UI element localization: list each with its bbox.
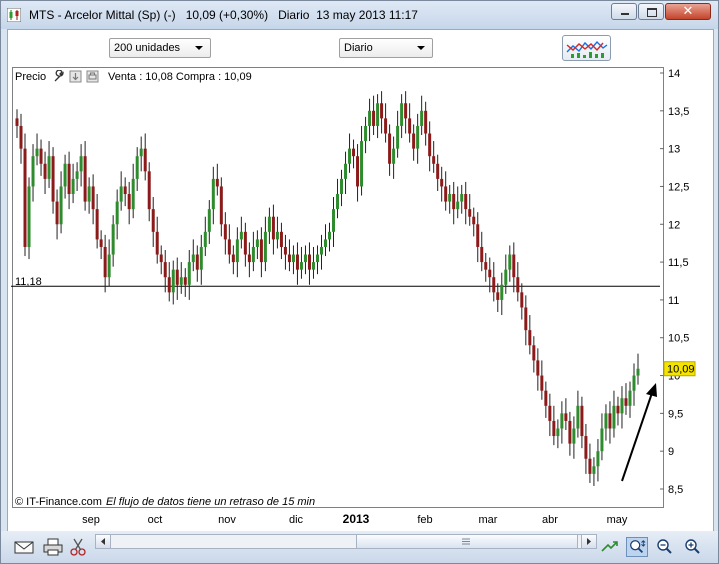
chevron-down-icon <box>417 46 425 50</box>
scroll-thumb[interactable] <box>356 535 578 548</box>
zoom-in-icon[interactable] <box>682 537 704 557</box>
indicator-chart-icon <box>566 40 608 58</box>
zoom-fit-icon[interactable] <box>626 537 648 557</box>
maximize-button[interactable] <box>638 3 664 20</box>
indicator-chart-button[interactable] <box>562 35 611 61</box>
chart-plot-area[interactable]: Precio Venta : 10,08 Compra : 10,09 11,1… <box>12 67 664 508</box>
title-bar: MTS - Arcelor Mittal (Sp) (-) 10,09 (+0,… <box>1 1 718 29</box>
scroll-left-button[interactable] <box>96 535 111 548</box>
chevron-left-icon <box>101 538 105 545</box>
chart-panel: 200 unidades Diario Precio Venta: 10,08… <box>7 29 714 533</box>
period-select[interactable]: Diario <box>339 38 433 58</box>
title-period: Diario <box>278 8 310 22</box>
title-symbol: MTS - Arcelor Mittal (Sp) (-) <box>29 8 176 22</box>
data-source-note: © IT-Finance.com El flujo de datos tiene … <box>15 496 315 508</box>
app-window: MTS - Arcelor Mittal (Sp) (-) 10,09 (+0,… <box>0 0 719 564</box>
zoom-out-icon[interactable] <box>654 537 676 557</box>
bottom-toolbar <box>1 531 718 563</box>
quote-text: Venta : 10,08 Compra : 10,09 <box>108 71 252 83</box>
source-text: © IT-Finance.com <box>15 496 102 508</box>
level-line-label: 11,18 <box>15 276 42 288</box>
chart-toolbar: 200 unidades Diario <box>8 30 713 67</box>
series-label: Precio <box>15 71 47 83</box>
grip-icon <box>462 538 470 545</box>
mail-icon[interactable] <box>13 537 35 557</box>
scroll-right-button[interactable] <box>581 535 596 548</box>
chevron-down-icon <box>195 46 203 50</box>
export-icon[interactable] <box>69 70 82 83</box>
quantity-select[interactable]: 200 unidades <box>109 38 211 58</box>
app-candlestick-icon <box>7 8 21 22</box>
window-title: MTS - Arcelor Mittal (Sp) (-) 10,09 (+0,… <box>29 8 418 22</box>
minimize-button[interactable] <box>611 3 637 20</box>
close-icon: ✕ <box>682 3 694 18</box>
scissors-icon[interactable] <box>67 537 89 557</box>
period-value: Diario <box>344 42 373 54</box>
quantity-value: 200 unidades <box>114 42 181 54</box>
title-datetime: 13 may 2013 11:17 <box>316 8 418 22</box>
wrench-icon[interactable] <box>53 70 66 83</box>
trade-icon[interactable] <box>599 537 621 557</box>
print-icon[interactable] <box>42 537 64 557</box>
time-scrollbar[interactable] <box>95 534 597 549</box>
print-icon[interactable] <box>86 70 99 83</box>
title-quote: 10,09 (+0,30%) <box>185 8 269 22</box>
delay-notice: El flujo de datos tiene un retraso de 15… <box>105 496 316 508</box>
chevron-right-icon <box>587 538 591 545</box>
close-button[interactable]: ✕ <box>665 3 711 20</box>
